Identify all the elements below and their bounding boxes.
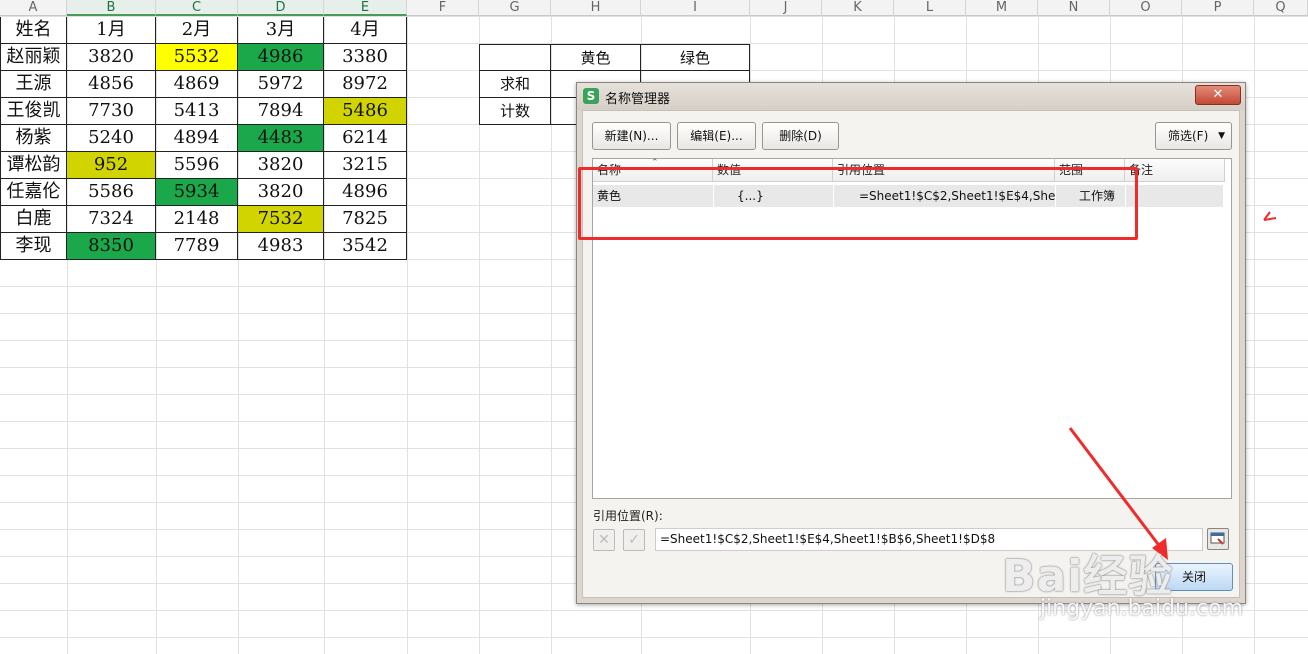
column-header-i[interactable]: I: [641, 0, 750, 16]
table-cell[interactable]: 5934: [156, 179, 238, 206]
column-header-b[interactable]: B: [67, 0, 156, 16]
table-cell[interactable]: 7324: [67, 206, 156, 233]
table-cell[interactable]: 4986: [238, 44, 324, 71]
summary-header-yellow[interactable]: 黄色: [551, 44, 641, 71]
filter-button-label: 筛选(F): [1168, 129, 1209, 143]
table-cell[interactable]: 7730: [67, 98, 156, 125]
table-cell[interactable]: 5532: [156, 44, 238, 71]
column-header-c[interactable]: C: [156, 0, 238, 16]
column-header-q[interactable]: Q: [1254, 0, 1308, 16]
table-cell[interactable]: 3820: [238, 179, 324, 206]
column-header-o[interactable]: O: [1110, 0, 1182, 16]
watermark-logo: Bai经验: [1002, 551, 1174, 602]
table-cell[interactable]: 4483: [238, 125, 324, 152]
gridline-vertical: [1254, 16, 1255, 654]
header-cell-month[interactable]: 4月: [324, 17, 407, 44]
table-cell[interactable]: 4983: [238, 233, 324, 260]
table-cell[interactable]: 5486: [324, 98, 407, 125]
column-header-e[interactable]: E: [324, 0, 407, 16]
gridline-horizontal: [0, 637, 1308, 638]
column-header-h[interactable]: H: [551, 0, 641, 16]
column-header-m[interactable]: M: [966, 0, 1038, 16]
dialog-titlebar[interactable]: S 名称管理器 ✕: [577, 83, 1245, 110]
column-header-n[interactable]: N: [1038, 0, 1110, 16]
table-cell[interactable]: 7825: [324, 206, 407, 233]
filter-button[interactable]: 筛选(F) ▼: [1155, 122, 1232, 150]
table-cell[interactable]: 2148: [156, 206, 238, 233]
range-select-icon: [1210, 532, 1225, 545]
row-name-cell[interactable]: 杨紫: [0, 125, 67, 152]
annotation-highlight-box: [578, 167, 1138, 240]
column-header-g[interactable]: G: [479, 0, 551, 16]
column-header-j[interactable]: J: [750, 0, 822, 16]
table-cell[interactable]: 4896: [324, 179, 407, 206]
header-cell-month[interactable]: 3月: [238, 17, 324, 44]
table-cell[interactable]: 3542: [324, 233, 407, 260]
row-name-cell[interactable]: 王俊凯: [0, 98, 67, 125]
table-cell[interactable]: 5413: [156, 98, 238, 125]
row-name-cell[interactable]: 谭松韵: [0, 152, 67, 179]
header-cell-month[interactable]: 2月: [156, 17, 238, 44]
edit-button[interactable]: 编辑(E)...: [677, 122, 756, 150]
gridline-vertical: [407, 16, 408, 654]
ref-label: 引用位置(R):: [593, 509, 663, 523]
confirm-icon[interactable]: ✓: [623, 529, 645, 551]
table-cell[interactable]: 4869: [156, 71, 238, 98]
table-cell[interactable]: 3215: [324, 152, 407, 179]
column-header-p[interactable]: P: [1182, 0, 1254, 16]
summary-header-green[interactable]: 绿色: [641, 44, 750, 71]
table-cell[interactable]: 5596: [156, 152, 238, 179]
red-mark-icon: [1263, 211, 1277, 221]
table-cell[interactable]: 5586: [67, 179, 156, 206]
table-cell[interactable]: 7789: [156, 233, 238, 260]
table-cell[interactable]: 8972: [324, 71, 407, 98]
chevron-down-icon: ▼: [1218, 131, 1225, 141]
summary-row-sum[interactable]: 求和: [479, 71, 551, 98]
header-cell-month[interactable]: 1月: [67, 17, 156, 44]
table-cell[interactable]: 8350: [67, 233, 156, 260]
column-header-f[interactable]: F: [407, 0, 479, 16]
table-cell[interactable]: 7894: [238, 98, 324, 125]
delete-button[interactable]: 删除(D): [762, 122, 839, 150]
summary-corner-cell[interactable]: [479, 44, 551, 71]
watermark-url: jingyan.baidu.com: [1040, 596, 1244, 621]
table-cell[interactable]: 952: [67, 152, 156, 179]
app-icon: S: [583, 88, 599, 104]
column-header-d[interactable]: D: [238, 0, 324, 16]
list-header-note[interactable]: 备注: [1125, 159, 1225, 182]
table-cell[interactable]: 3380: [324, 44, 407, 71]
column-header-a[interactable]: A: [0, 0, 67, 16]
new-button[interactable]: 新建(N)...: [592, 122, 671, 150]
collapse-dialog-icon[interactable]: [1207, 528, 1229, 550]
header-cell-name[interactable]: 姓名: [0, 17, 67, 44]
table-cell[interactable]: 7532: [238, 206, 324, 233]
row-name-cell[interactable]: 赵丽颖: [0, 44, 67, 71]
dialog-title: 名称管理器: [605, 92, 671, 107]
row-name-cell[interactable]: 白鹿: [0, 206, 67, 233]
table-cell[interactable]: 4894: [156, 125, 238, 152]
cancel-icon[interactable]: ✕: [593, 529, 615, 551]
table-cell[interactable]: 5240: [67, 125, 156, 152]
table-cell[interactable]: 3820: [67, 44, 156, 71]
row-name-cell[interactable]: 任嘉伦: [0, 179, 67, 206]
row-name-cell[interactable]: 王源: [0, 71, 67, 98]
close-icon[interactable]: ✕: [1195, 85, 1241, 105]
column-header-k[interactable]: K: [822, 0, 894, 16]
table-cell[interactable]: 5972: [238, 71, 324, 98]
column-header-l[interactable]: L: [894, 0, 966, 16]
table-cell[interactable]: 6214: [324, 125, 407, 152]
table-cell[interactable]: 3820: [238, 152, 324, 179]
summary-row-count[interactable]: 计数: [479, 98, 551, 125]
row-name-cell[interactable]: 李现: [0, 233, 67, 260]
table-cell[interactable]: 4856: [67, 71, 156, 98]
